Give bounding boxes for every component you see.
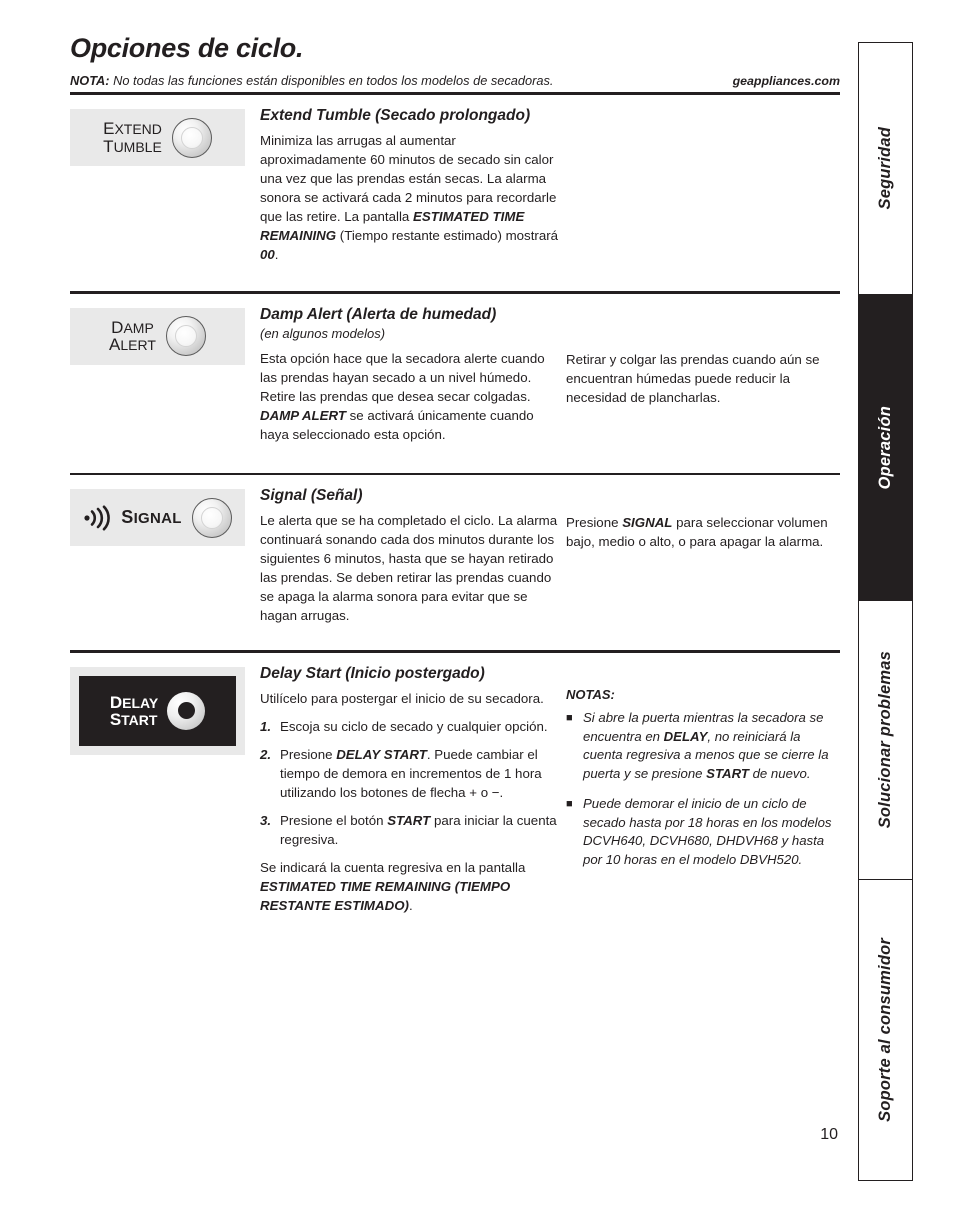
step-text: Escoja su ciclo de secado y cualquier op… bbox=[280, 719, 548, 735]
knob-inner-icon bbox=[200, 506, 223, 529]
signal-button-area: SIGNAL bbox=[70, 475, 260, 634]
round-knob-icon bbox=[171, 117, 212, 158]
knob-inner-icon bbox=[174, 325, 197, 348]
damp-alert-body: Esta opción hace que la secadora alerte … bbox=[260, 350, 545, 442]
signal-button-inner: SIGNAL bbox=[83, 505, 181, 531]
notas-heading: NOTAS: bbox=[566, 686, 615, 702]
sidebar-tab-seguridad[interactable]: Seguridad bbox=[858, 42, 913, 295]
damp-alert-right-column: Retirar y colgar las prendas cuando aún … bbox=[560, 294, 840, 453]
sound-waves-icon bbox=[84, 505, 111, 531]
sidebar-tab-label: Operación bbox=[876, 405, 895, 490]
note-body: No todas las funciones están disponibles… bbox=[109, 72, 554, 88]
knob-inner-icon bbox=[180, 126, 203, 149]
list-item: 1. Escoja su ciclo de secado y cualquier… bbox=[260, 717, 560, 736]
nota-text: Si abre la puerta mientras la secadora s… bbox=[583, 709, 829, 782]
signal-heading: Signal (Señal) bbox=[260, 487, 363, 505]
list-item: 2. Presione DELAY START. Puede cambiar e… bbox=[260, 745, 560, 802]
bullet-square-icon: ■ bbox=[566, 797, 573, 810]
main-content: Opciones de ciclo. NOTA: No todas las fu… bbox=[70, 33, 840, 924]
delay-start-right-column: NOTAS: ■ Si abre la puerta mientras la s… bbox=[560, 653, 840, 924]
damp-alert-subtitle: (en algunos modelos) bbox=[260, 326, 386, 342]
damp-alert-button[interactable]: DAMP ALERT bbox=[70, 307, 245, 365]
knob-inner-icon bbox=[177, 702, 195, 720]
delay-start-closing: Se indicará la cuenta regresiva en la pa… bbox=[260, 860, 526, 914]
extend-tumble-body: Minimiza las arrugas al aumentar aproxim… bbox=[260, 133, 559, 263]
list-item: 3. Presione el botón START para iniciar … bbox=[260, 811, 560, 849]
round-knob-icon bbox=[165, 316, 206, 357]
extend-tumble-text: Extend Tumble (Secado prolongado) Minimi… bbox=[260, 95, 560, 273]
list-item: ■ Puede demorar el inicio de un ciclo de… bbox=[566, 795, 840, 870]
page-note-row: NOTA: No todas las funciones están dispo… bbox=[70, 73, 840, 92]
signal-button-label: SIGNAL bbox=[121, 507, 182, 528]
sidebar-tab-soporte-al-consumidor[interactable]: Soporte al consumidor bbox=[858, 878, 913, 1181]
delay-start-button-face: DELAY START bbox=[79, 675, 236, 746]
section-delay-start: DELAY START Delay Start (Inicio posterga… bbox=[70, 653, 840, 924]
delay-start-button[interactable]: DELAY START bbox=[70, 666, 245, 755]
sidebar-tab-operacion[interactable]: Operación bbox=[858, 293, 913, 602]
round-knob-icon bbox=[191, 497, 232, 538]
extend-tumble-button-area: EXTEND TUMBLE bbox=[70, 95, 260, 273]
nota-text: Puede demorar el inicio de un ciclo de s… bbox=[583, 795, 832, 868]
sidebar-tab-solucionar-problemas[interactable]: Solucionar problemas bbox=[858, 600, 913, 880]
damp-alert-right-body: Retirar y colgar las prendas cuando aún … bbox=[566, 351, 820, 405]
damp-alert-button-area: DAMP ALERT bbox=[70, 294, 260, 453]
extend-tumble-heading: Extend Tumble (Secado prolongado) bbox=[260, 107, 531, 125]
page-title: Opciones de ciclo. bbox=[70, 33, 304, 63]
signal-right-column: Presione SIGNAL para seleccionar volumen… bbox=[560, 475, 840, 634]
list-item: ■ Si abre la puerta mientras la secadora… bbox=[566, 709, 840, 784]
section-signal: SIGNAL Signal (Señal) Le alerta que se h… bbox=[70, 475, 840, 634]
signal-body: Le alerta que se ha completado el ciclo.… bbox=[260, 513, 558, 624]
signal-button[interactable]: SIGNAL bbox=[70, 489, 245, 547]
delay-start-button-label: DELAY START bbox=[109, 692, 159, 729]
page-number: 10 bbox=[820, 1126, 838, 1143]
sidebar-tab-label: Solucionar problemas bbox=[876, 651, 895, 829]
section-damp-alert: DAMP ALERT Damp Alert (Alerta de humedad… bbox=[70, 294, 840, 453]
section-tabs-sidebar: Seguridad Operación Solucionar problemas… bbox=[858, 42, 913, 1181]
delay-start-text: Delay Start (Inicio postergado) Utilícel… bbox=[260, 653, 560, 924]
step-number: 2. bbox=[260, 747, 272, 763]
delay-start-body: Utilícelo para postergar el inicio de su… bbox=[260, 691, 544, 707]
step-number: 1. bbox=[260, 719, 272, 735]
manual-page: Seguridad Operación Solucionar problemas… bbox=[0, 0, 954, 1227]
bullet-square-icon: ■ bbox=[566, 711, 573, 724]
step-number: 3. bbox=[260, 813, 272, 829]
sidebar-tab-label: Soporte al consumidor bbox=[876, 937, 895, 1122]
step-text: Presione DELAY START. Puede cambiar el t… bbox=[280, 747, 542, 801]
website-link[interactable]: geappliances.com bbox=[733, 74, 840, 88]
notas-list: ■ Si abre la puerta mientras la secadora… bbox=[566, 709, 840, 870]
note-label: NOTA: bbox=[70, 72, 110, 88]
damp-alert-text: Damp Alert (Alerta de humedad) (en algun… bbox=[260, 294, 560, 453]
step-text: Presione el botón START para iniciar la … bbox=[280, 813, 557, 848]
damp-alert-button-label: DAMP ALERT bbox=[109, 317, 156, 355]
round-knob-icon bbox=[167, 691, 206, 730]
section-extend-tumble: EXTEND TUMBLE Extend Tumble (Secado prol… bbox=[70, 95, 840, 273]
delay-start-heading: Delay Start (Inicio postergado) bbox=[260, 664, 485, 682]
delay-start-button-area: DELAY START bbox=[70, 653, 260, 924]
extend-tumble-right-column bbox=[560, 95, 840, 273]
extend-tumble-button-label: EXTEND TUMBLE bbox=[103, 118, 162, 156]
signal-right-body: Presione SIGNAL para seleccionar volumen… bbox=[566, 515, 828, 550]
signal-text: Signal (Señal) Le alerta que se ha compl… bbox=[260, 475, 560, 634]
page-note: NOTA: No todas las funciones están dispo… bbox=[70, 73, 553, 88]
sidebar-tab-label: Seguridad bbox=[876, 127, 895, 210]
damp-alert-heading: Damp Alert (Alerta de humedad) bbox=[260, 305, 497, 323]
extend-tumble-button[interactable]: EXTEND TUMBLE bbox=[70, 109, 245, 167]
delay-start-steps: 1. Escoja su ciclo de secado y cualquier… bbox=[260, 717, 560, 849]
